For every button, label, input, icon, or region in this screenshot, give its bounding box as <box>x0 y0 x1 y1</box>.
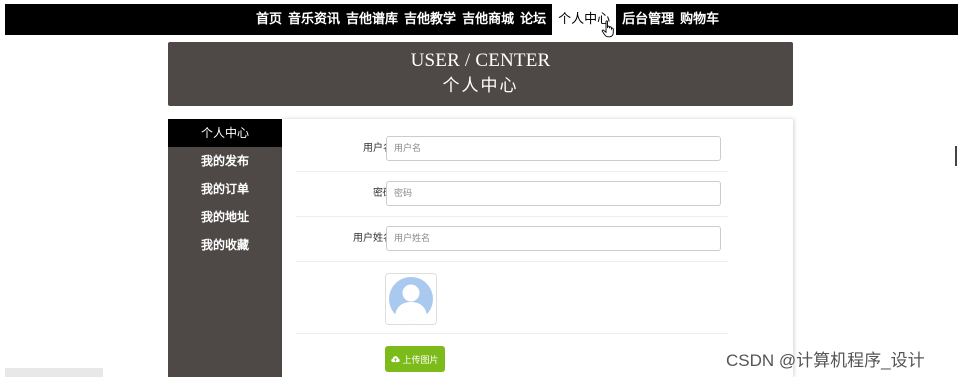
username-input[interactable] <box>386 136 721 161</box>
upload-image-label: 上传图片 <box>402 355 439 366</box>
form-row-password: 密码 <box>296 171 728 217</box>
sidebar-item-my-addresses[interactable]: 我的地址 <box>168 203 282 231</box>
banner-title-cn: 个人中心 <box>442 76 519 96</box>
profile-form-panel: 用户名 密码 用户姓名 上传图片 <box>282 119 793 377</box>
watermark-text: CSDN @计算机程序_设计 <box>726 351 925 370</box>
sidebar-item-user-center[interactable]: 个人中心 <box>168 119 282 147</box>
nav-item-user-center[interactable]: 个人中心 <box>552 4 617 38</box>
password-input[interactable] <box>386 181 721 206</box>
nav-item-admin[interactable]: 后台管理 <box>619 4 677 35</box>
user-avatar-icon <box>386 274 436 324</box>
hand-pointer-icon <box>601 20 614 38</box>
nav-menu: 首页 音乐资讯 吉他谱库 吉他教学 吉他商城 论坛 个人中心 后台管理 购物车 <box>253 4 722 38</box>
form-row-fullname: 用户姓名 <box>296 216 728 262</box>
nav-item-music-news[interactable]: 音乐资讯 <box>285 4 343 35</box>
horizontal-scrollbar[interactable] <box>5 368 103 377</box>
avatar[interactable] <box>385 273 437 325</box>
nav-item-forum[interactable]: 论坛 <box>517 4 549 35</box>
page-banner: USER / CENTER 个人中心 <box>168 42 793 106</box>
cloud-upload-icon <box>391 356 401 363</box>
nav-item-home[interactable]: 首页 <box>253 4 285 35</box>
form-row-username: 用户名 <box>296 126 728 172</box>
scrollbar-thumb[interactable] <box>955 146 957 166</box>
nav-item-guitar-shop[interactable]: 吉他商城 <box>459 4 517 35</box>
sidebar-item-my-favorites[interactable]: 我的收藏 <box>168 231 282 259</box>
sidebar-item-my-posts[interactable]: 我的发布 <box>168 147 282 175</box>
banner-title-en: USER / CENTER <box>410 50 551 71</box>
fullname-input[interactable] <box>386 226 721 251</box>
sidebar-item-my-orders[interactable]: 我的订单 <box>168 175 282 203</box>
nav-item-guitar-tabs[interactable]: 吉他谱库 <box>343 4 401 35</box>
nav-item-cart[interactable]: 购物车 <box>677 4 722 35</box>
nav-item-guitar-lessons[interactable]: 吉他教学 <box>401 4 459 35</box>
upload-image-button[interactable]: 上传图片 <box>385 346 445 372</box>
user-sidebar: 个人中心 我的发布 我的订单 我的地址 我的收藏 <box>168 119 282 377</box>
top-navigation-bar: 首页 音乐资讯 吉他谱库 吉他教学 吉他商城 论坛 个人中心 后台管理 购物车 <box>5 4 958 38</box>
avatar-row <box>296 261 728 334</box>
